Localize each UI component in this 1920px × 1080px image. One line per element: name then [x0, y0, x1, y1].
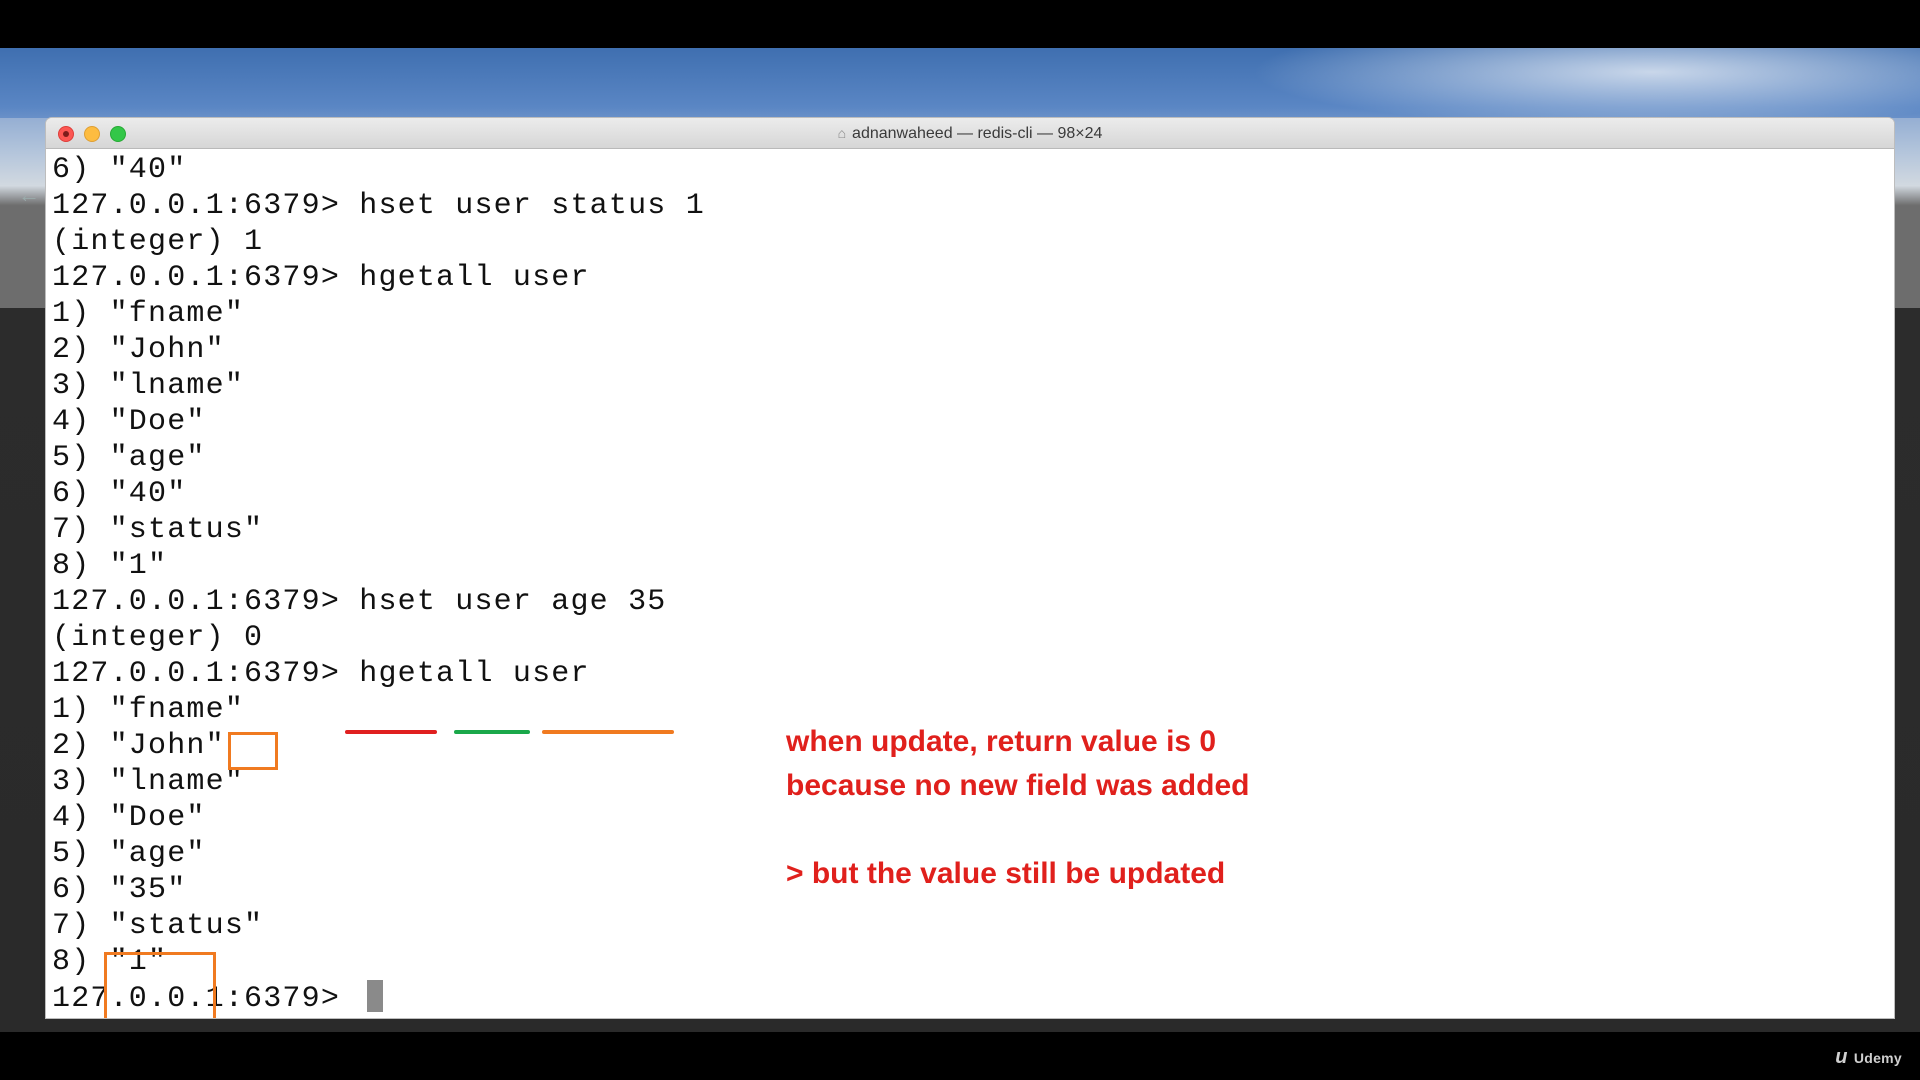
terminal-line: 3) "lname" [52, 369, 245, 403]
underline-command [345, 730, 437, 734]
return-value-highlight [228, 732, 278, 770]
terminal-line: 127.0.0.1:6379> hgetall user [52, 261, 590, 295]
text-cursor [367, 980, 384, 1012]
terminal-titlebar[interactable]: ⌂ adnanwaheed — redis-cli — 98×24 [46, 118, 1894, 149]
updated-field-highlight [104, 952, 216, 1018]
underline-key [454, 730, 530, 734]
terminal-line: 1) "fname" [52, 297, 245, 331]
terminal-line: 127.0.0.1:6379> hset user age 35 [52, 585, 667, 619]
terminal-line: 4) "Doe" [52, 405, 206, 439]
udemy-logo-glyph: u [1835, 1046, 1848, 1068]
terminal-line: 1) "fname" [52, 693, 245, 727]
terminal-line: (integer) 0 [52, 621, 264, 655]
terminal-line: 127.0.0.1:6379> hgetall user [52, 657, 590, 691]
terminal-line: 7) "status" [52, 513, 264, 547]
terminal-window[interactable]: ⌂ adnanwaheed — redis-cli — 98×24 6) "40"… [46, 118, 1894, 1018]
sky-clouds [1250, 48, 1920, 128]
terminal-line: (integer) 1 [52, 225, 264, 259]
terminal-line: 7) "status" [52, 909, 264, 943]
back-arrow-icon: ← [18, 182, 40, 207]
window-title: ⌂ adnanwaheed — redis-cli — 98×24 [46, 125, 1894, 143]
video-top-letterbox [0, 0, 1920, 48]
window-title-text: adnanwaheed — redis-cli — 98×24 [852, 125, 1103, 142]
terminal-line: 4) "Doe" [52, 801, 206, 835]
udemy-logo-text: Udemy [1853, 1050, 1902, 1066]
terminal-line: 127.0.0.1:6379> hset user status 1 [52, 189, 705, 223]
terminal-line: 2) "John" [52, 333, 225, 367]
annotation-note: when update, return value is 0 [786, 725, 1217, 758]
video-bottom-letterbox [0, 1032, 1920, 1080]
terminal-line: 6) "40" [52, 477, 187, 511]
terminal-line: 8) "1" [52, 549, 168, 583]
udemy-logo: u Udemy [1835, 1046, 1902, 1069]
terminal-line: 8) "1" [52, 945, 168, 979]
terminal-line: 6) "40" [52, 153, 187, 187]
terminal-output[interactable]: 6) "40" 127.0.0.1:6379> hset user status… [52, 152, 1888, 1018]
underline-field-value [542, 730, 674, 734]
terminal-prompt-line[interactable]: 127.0.0.1:6379> [52, 980, 1888, 1016]
home-icon: ⌂ [837, 125, 847, 141]
annotation-note: > but the value still be updated [786, 857, 1226, 890]
annotation-note: because no new field was added [786, 769, 1250, 802]
terminal-line: 5) "age" [52, 441, 206, 475]
